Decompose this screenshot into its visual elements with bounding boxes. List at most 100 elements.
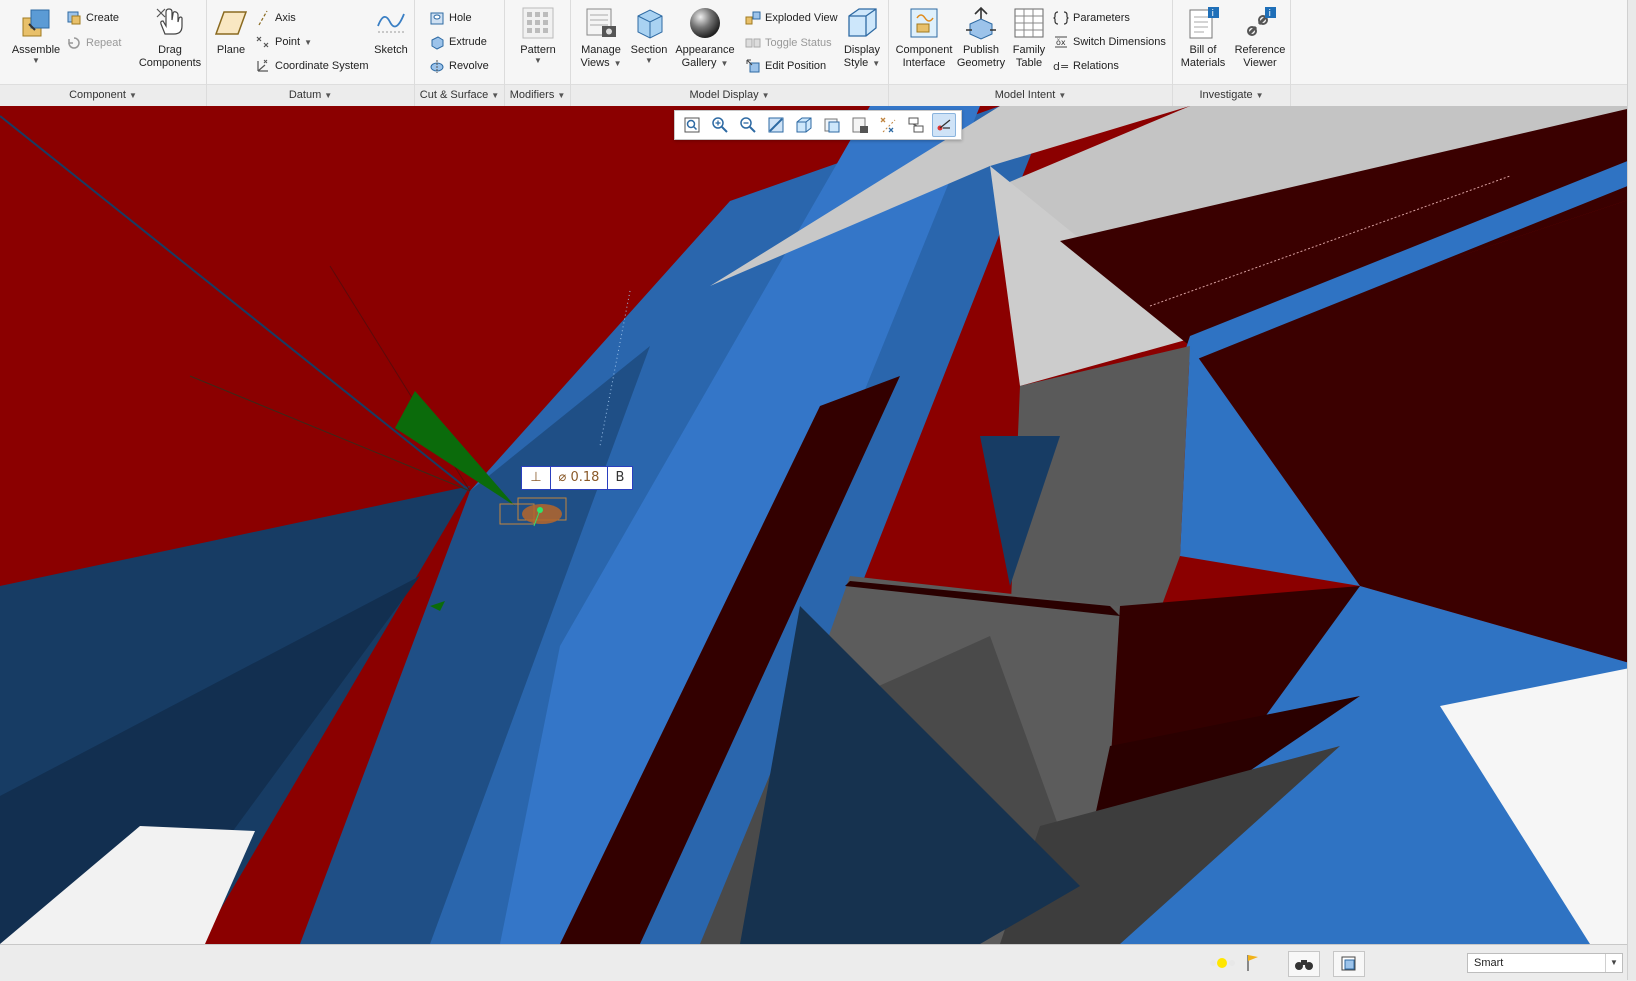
bill-of-materials-icon: i xyxy=(1186,6,1220,40)
selection-box-icon[interactable] xyxy=(1333,951,1365,977)
manage-views-label-1: Manage xyxy=(581,44,621,56)
plane-icon xyxy=(214,6,248,40)
coordinate-system-button[interactable]: Coordinate System xyxy=(255,56,369,76)
plane-button[interactable]: Plane xyxy=(213,6,249,57)
cut-surface-group-text: Cut & Surface xyxy=(419,89,489,101)
edit-position-button[interactable]: Edit Position xyxy=(745,56,826,76)
gtol-annotation[interactable]: ⊥ ⌀ 0.18 B xyxy=(521,462,645,490)
extrude-icon xyxy=(429,34,445,50)
toggle-status-icon xyxy=(745,35,761,51)
plane-label: Plane xyxy=(216,44,246,56)
assemble-icon xyxy=(19,6,53,40)
family-table-label-1: Family xyxy=(1012,44,1046,56)
part-cluster[interactable] xyxy=(498,496,572,530)
datum-group-text: Datum xyxy=(288,89,322,101)
drag-components-button[interactable]: Drag Components xyxy=(138,6,202,70)
message-lights-icon[interactable] xyxy=(1205,951,1241,975)
assemble-button[interactable]: Assemble ▼ xyxy=(8,6,64,65)
revolve-icon xyxy=(429,58,445,74)
model-geometry[interactable] xyxy=(0,106,1636,944)
family-table-button[interactable]: Family Table xyxy=(1009,6,1049,70)
investigate-group-label[interactable]: Investigate ▼ xyxy=(1173,87,1290,103)
extrude-label: Extrude xyxy=(449,36,487,48)
reference-viewer-button[interactable]: i Reference Viewer xyxy=(1231,6,1289,70)
exploded-view-label: Exploded View xyxy=(765,12,838,24)
exploded-view-button[interactable]: Exploded View xyxy=(745,8,838,28)
bill-of-materials-button[interactable]: i Bill of Materials xyxy=(1175,6,1231,70)
coordinate-system-label: Coordinate System xyxy=(275,60,369,72)
section-label: Section xyxy=(630,44,668,56)
parameters-button[interactable]: Parameters xyxy=(1053,8,1130,28)
relations-button[interactable]: d= Relations xyxy=(1053,56,1119,76)
model-display-group-label[interactable]: Model Display ▼ xyxy=(571,87,888,103)
extrude-button[interactable]: Extrude xyxy=(429,32,487,52)
repeat-button[interactable]: Repeat xyxy=(66,33,121,53)
display-style-button[interactable]: Display Style ▼ xyxy=(839,6,885,70)
component-interface-label-2: Interface xyxy=(902,57,946,69)
chevron-down-icon: ▼ xyxy=(534,56,542,65)
model-display-group-text: Model Display xyxy=(689,89,759,101)
toggle-status-button[interactable]: Toggle Status xyxy=(745,33,832,53)
refit-icon[interactable] xyxy=(680,113,704,137)
view-manager-icon[interactable] xyxy=(848,113,872,137)
cut-surface-group-label[interactable]: Cut & Surface ▼ xyxy=(415,87,504,103)
sketch-icon xyxy=(374,6,408,40)
chevron-down-icon: ▼ xyxy=(761,91,770,100)
sketch-label: Sketch xyxy=(374,44,408,56)
appearance-label-2-wrap: Gallery ▼ xyxy=(682,57,729,69)
zoom-in-icon[interactable] xyxy=(708,113,732,137)
point-icon xyxy=(255,34,271,50)
publish-geometry-button[interactable]: Publish Geometry xyxy=(955,6,1007,70)
find-binoculars-icon[interactable] xyxy=(1288,951,1320,977)
component-interface-button[interactable]: Component Interface xyxy=(893,6,955,70)
saved-views-icon[interactable] xyxy=(820,113,844,137)
component-interface-icon xyxy=(907,6,941,40)
svg-text:i: i xyxy=(1212,9,1215,19)
appearance-sphere-icon xyxy=(688,6,722,40)
chevron-down-icon: ▼ xyxy=(557,91,566,100)
section-button[interactable]: Section ▼ xyxy=(627,6,671,65)
spin-center-icon[interactable] xyxy=(932,113,956,137)
hole-icon xyxy=(429,10,445,26)
model-intent-group-label[interactable]: Model Intent ▼ xyxy=(889,87,1172,103)
datum-group-label[interactable]: Datum ▼ xyxy=(207,87,414,103)
switch-dimensions-label: Switch Dimensions xyxy=(1073,36,1166,48)
graphics-viewport[interactable]: ⊥ ⌀ 0.18 B xyxy=(0,106,1636,944)
repaint-icon[interactable] xyxy=(764,113,788,137)
component-group-label[interactable]: Component ▼ xyxy=(0,87,206,103)
selection-filter-select[interactable]: Smart ▼ xyxy=(1467,953,1623,973)
annotation-display-icon[interactable] xyxy=(904,113,928,137)
manage-views-button[interactable]: Manage Views ▼ xyxy=(577,6,625,70)
point-label: Point xyxy=(275,36,301,48)
chevron-down-icon: ▼ xyxy=(872,59,881,68)
pattern-button[interactable]: Pattern ▼ xyxy=(513,6,563,65)
right-edge-scrollbar[interactable] xyxy=(1627,0,1636,980)
create-button[interactable]: Create xyxy=(66,8,119,28)
svg-text:d=: d= xyxy=(1053,60,1069,73)
repeat-icon xyxy=(66,35,82,51)
chevron-down-icon: ▼ xyxy=(1255,91,1264,100)
create-icon xyxy=(66,10,82,26)
revolve-button[interactable]: Revolve xyxy=(429,56,489,76)
chevron-down-icon: ▼ xyxy=(1058,91,1067,100)
axis-button[interactable]: Axis xyxy=(255,8,296,28)
sketch-button[interactable]: Sketch xyxy=(371,6,411,57)
flag-icon[interactable] xyxy=(1244,951,1262,975)
hole-button[interactable]: Hole xyxy=(429,8,472,28)
appearance-gallery-button[interactable]: Appearance Gallery ▼ xyxy=(673,6,737,70)
reference-viewer-label-1: Reference xyxy=(1234,44,1286,56)
tolerance-value: ⌀ 0.18 xyxy=(551,467,608,489)
publish-geometry-label-2: Geometry xyxy=(956,57,1006,69)
modifiers-group-label[interactable]: Modifiers ▼ xyxy=(505,87,570,103)
component-group: Assemble ▼ Create Repeat Drag Components… xyxy=(0,0,207,106)
create-label: Create xyxy=(86,12,120,24)
point-button[interactable]: Point ▼ xyxy=(255,32,312,52)
model-intent-group-text: Model Intent xyxy=(994,89,1056,101)
chevron-down-icon: ▼ xyxy=(645,56,653,65)
display-style-icon[interactable] xyxy=(792,113,816,137)
display-style-cube-icon xyxy=(845,6,879,40)
datum-display-icon[interactable] xyxy=(876,113,900,137)
switch-dimensions-button[interactable]: ŏx Switch Dimensions xyxy=(1053,32,1166,52)
status-bar: Smart ▼ xyxy=(0,944,1636,981)
zoom-out-icon[interactable] xyxy=(736,113,760,137)
